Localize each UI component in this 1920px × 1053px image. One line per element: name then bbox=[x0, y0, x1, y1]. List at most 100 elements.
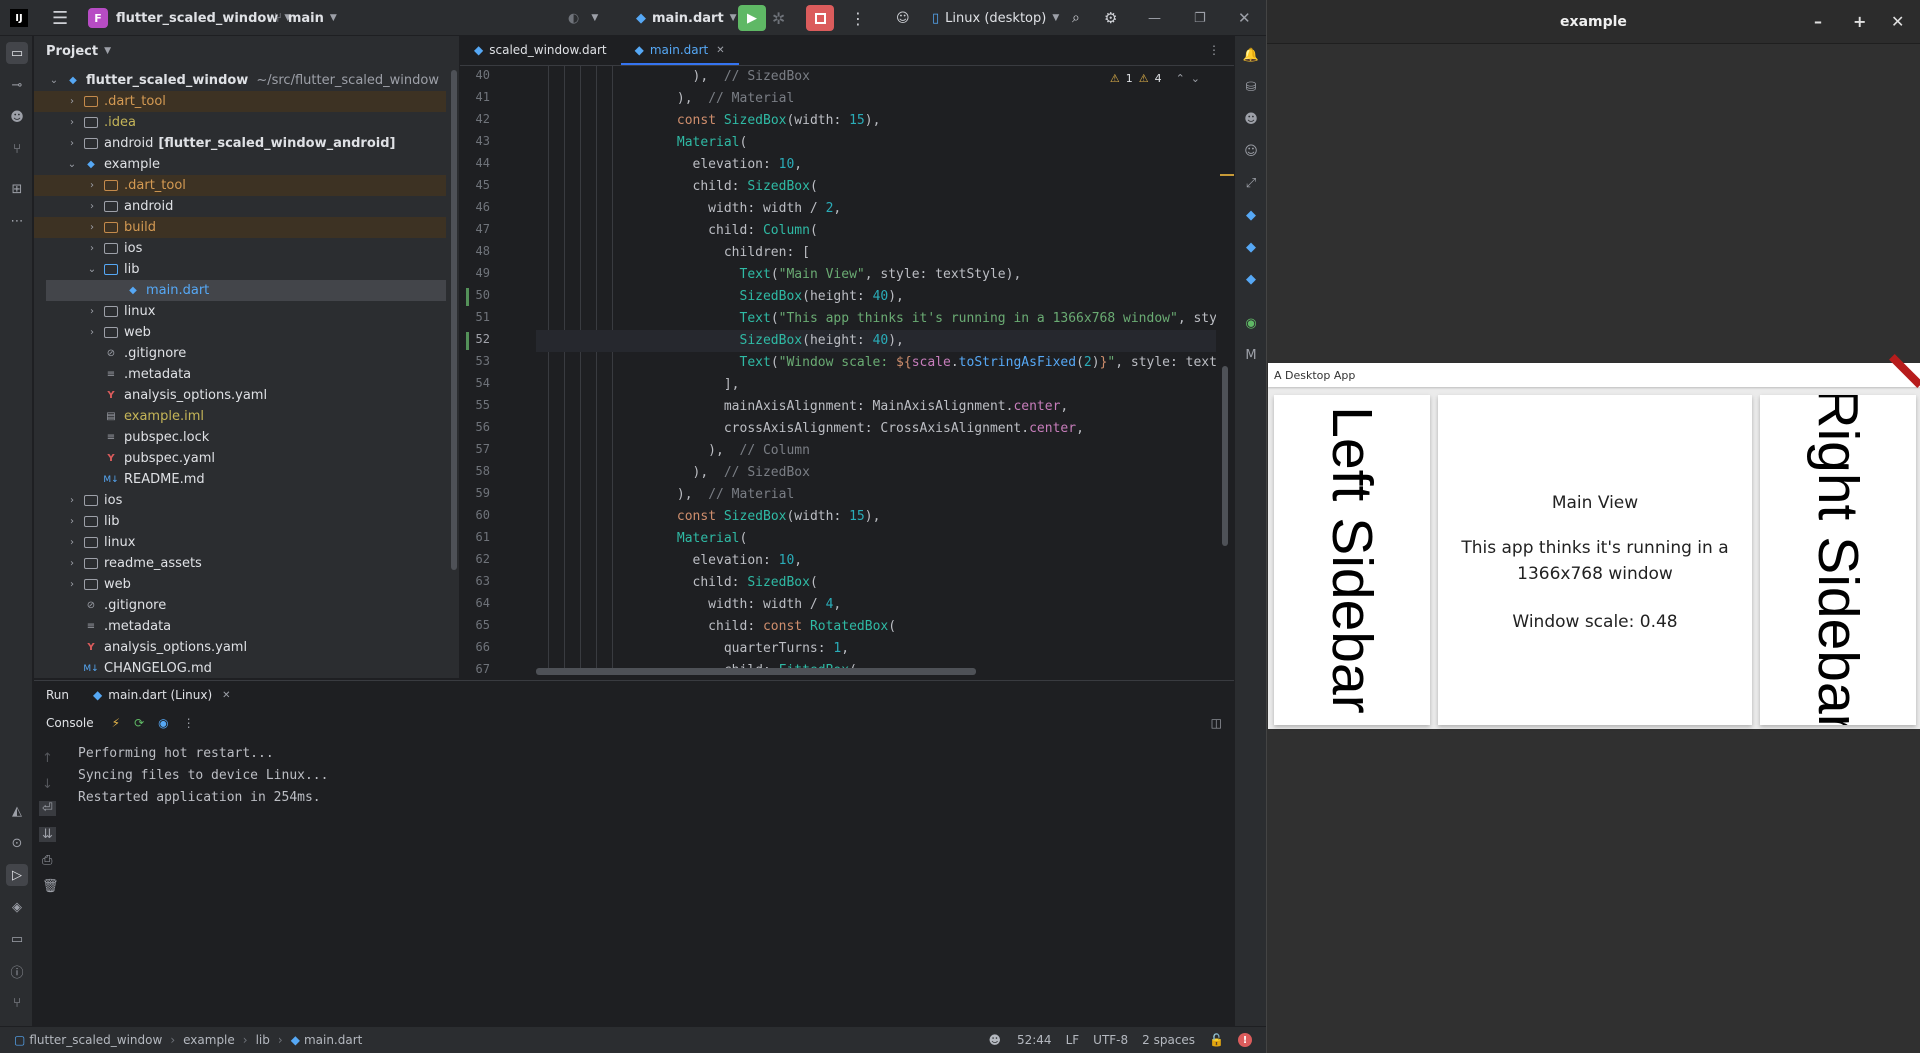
markdown-icon[interactable]: M bbox=[1240, 344, 1262, 366]
debug-button[interactable]: ✲ bbox=[772, 0, 785, 36]
tree-item[interactable]: ≡ .metadata bbox=[34, 616, 446, 637]
tree-item[interactable]: Yanalysis_options.yaml bbox=[34, 637, 446, 658]
close-tab-icon[interactable]: ✕ bbox=[716, 45, 724, 56]
code-area[interactable]: ), // SizedBox ), // Material const Size… bbox=[536, 66, 1216, 671]
project-switcher[interactable]: F flutter_scaled_window ▼ bbox=[88, 0, 291, 36]
soft-wrap-icon[interactable]: ⏎ bbox=[39, 801, 56, 816]
tabs-more-button[interactable]: ⋮ bbox=[1194, 35, 1234, 65]
tab-scaled-window[interactable]: ◆ scaled_window.dart bbox=[460, 35, 621, 65]
editor-v-scrollbar[interactable] bbox=[1222, 366, 1228, 546]
hot-reload-icon[interactable]: ⚡ bbox=[112, 716, 120, 730]
services-tool-icon[interactable]: ⊙ bbox=[6, 832, 28, 854]
main-menu-button[interactable]: ☰ bbox=[52, 0, 68, 36]
more-vertical-icon[interactable]: ⋮ bbox=[183, 716, 195, 730]
arrow-down-icon[interactable]: ↓ bbox=[42, 777, 53, 792]
tree-item[interactable]: ⌄ ◆ example bbox=[34, 154, 446, 175]
tree-item[interactable]: Yanalysis_options.yaml bbox=[34, 385, 446, 406]
tree-item[interactable]: › .idea bbox=[34, 112, 446, 133]
tree-item[interactable]: › .dart_tool bbox=[34, 175, 446, 196]
settings-button[interactable]: ⚙ bbox=[1104, 0, 1117, 36]
profiler-icon[interactable]: ⤢ bbox=[1240, 172, 1262, 194]
hot-restart-icon[interactable]: ⟳ bbox=[134, 716, 144, 730]
tree-item[interactable]: › ios bbox=[34, 490, 446, 511]
flutter-inspector-icon[interactable]: ◆ bbox=[1240, 236, 1262, 258]
error-indicator-icon[interactable]: ! bbox=[1238, 1033, 1252, 1047]
indent-setting[interactable]: 2 spaces bbox=[1142, 1033, 1195, 1047]
scroll-to-end-icon[interactable]: ⇊ bbox=[39, 827, 56, 842]
caret-position[interactable]: 52:44 bbox=[1017, 1033, 1052, 1047]
run-panel-title[interactable]: Run bbox=[46, 688, 69, 702]
close-tab-icon[interactable]: ✕ bbox=[222, 690, 230, 701]
breadcrumb-item[interactable]: main.dart bbox=[304, 1033, 362, 1047]
tree-item[interactable]: M↓ README.md bbox=[34, 469, 446, 490]
assistant-icon[interactable]: ☺ bbox=[1240, 140, 1262, 162]
minimize-icon[interactable]: – bbox=[1814, 12, 1822, 31]
tree-item[interactable]: ⊘ .gitignore bbox=[34, 343, 446, 364]
trash-icon[interactable]: 🗑 bbox=[42, 879, 59, 894]
structure-tool-icon[interactable]: ⊞ bbox=[6, 178, 28, 200]
copilot-chat-icon[interactable]: ☻ bbox=[1240, 108, 1262, 130]
close-icon[interactable]: ✕ bbox=[1891, 12, 1904, 31]
more-actions-button[interactable]: ⋮ bbox=[850, 0, 866, 36]
file-encoding[interactable]: UTF-8 bbox=[1093, 1033, 1128, 1047]
tree-item-selected[interactable]: ◆ main.dart bbox=[46, 280, 446, 301]
flutter-outline-icon[interactable]: ◆ bbox=[1240, 204, 1262, 226]
tree-item[interactable]: › build bbox=[34, 217, 446, 238]
tree-item[interactable]: › linux bbox=[34, 532, 446, 553]
code-with-me-button[interactable]: ☺ bbox=[896, 0, 910, 36]
layout-icon[interactable]: ◫ bbox=[1211, 716, 1222, 730]
project-tool-icon[interactable]: ▭ bbox=[6, 42, 28, 64]
tree-item[interactable]: ⌄ lib bbox=[34, 259, 446, 280]
arrow-up-icon[interactable]: ↑ bbox=[42, 751, 53, 766]
notifications-icon[interactable]: 🔔 bbox=[1240, 44, 1262, 66]
stop-button[interactable] bbox=[806, 0, 834, 36]
tree-item[interactable]: › .dart_tool bbox=[34, 91, 446, 112]
tree-item[interactable]: ⊘ .gitignore bbox=[34, 595, 446, 616]
run-tool-icon[interactable]: ▷ bbox=[6, 864, 28, 886]
tree-item[interactable]: › linux bbox=[34, 301, 446, 322]
device-selector[interactable]: ▯ Linux (desktop) ▼ bbox=[932, 0, 1059, 36]
devtools-icon[interactable]: ◉ bbox=[158, 716, 168, 730]
tree-item[interactable]: › android bbox=[34, 196, 446, 217]
project-scrollbar[interactable] bbox=[451, 70, 457, 570]
pull-requests-tool-icon[interactable]: ⑂ bbox=[6, 138, 28, 160]
console-tab[interactable]: Console bbox=[46, 716, 94, 730]
database-icon[interactable]: ⛁ bbox=[1240, 76, 1262, 98]
tree-item[interactable]: ≡ pubspec.lock bbox=[34, 427, 446, 448]
run-button[interactable]: ▶ bbox=[738, 0, 766, 36]
commit-tool-icon[interactable]: ⊸ bbox=[6, 74, 28, 96]
close-button[interactable]: ✕ bbox=[1238, 0, 1251, 36]
maximize-icon[interactable]: + bbox=[1853, 12, 1866, 31]
breadcrumb-item[interactable]: flutter_scaled_window bbox=[29, 1033, 162, 1047]
layers-tool-icon[interactable]: ◈ bbox=[6, 896, 28, 918]
tree-item[interactable]: › readme_assets bbox=[34, 553, 446, 574]
tree-item[interactable]: › android [flutter_scaled_window_android] bbox=[34, 133, 446, 154]
tab-main-dart[interactable]: ◆ main.dart ✕ bbox=[620, 35, 739, 65]
breadcrumb-item[interactable]: lib bbox=[256, 1033, 270, 1047]
run-tab-label[interactable]: main.dart (Linux) bbox=[108, 688, 212, 702]
flutter-performance-icon[interactable]: ◭ bbox=[6, 800, 28, 822]
tree-item[interactable]: › ios bbox=[34, 238, 446, 259]
run-config-selector[interactable]: ◆ main.dart ▼ bbox=[636, 0, 737, 36]
lock-icon[interactable]: 🔓 bbox=[1209, 1033, 1224, 1047]
copilot-tool-icon[interactable]: ☻ bbox=[6, 106, 28, 128]
terminal-tool-icon[interactable]: ▭ bbox=[6, 928, 28, 950]
tree-item[interactable]: › web bbox=[34, 322, 446, 343]
restore-button[interactable]: ❐ bbox=[1194, 0, 1206, 36]
tree-root[interactable]: ⌄ ◆ flutter_scaled_window ~/src/flutter_… bbox=[34, 70, 446, 91]
problems-tool-icon[interactable]: ⓘ bbox=[6, 960, 28, 982]
tree-item[interactable]: M↓ CHANGELOG.md bbox=[34, 658, 446, 679]
branch-switcher[interactable]: ⑂ main ▼ bbox=[274, 0, 337, 36]
project-panel-header[interactable]: Project ▼ bbox=[34, 36, 459, 66]
devtools-icon[interactable]: ◉ bbox=[1240, 312, 1262, 334]
more-tools-icon[interactable]: ⋯ bbox=[6, 210, 28, 232]
tree-item[interactable]: › web bbox=[34, 574, 446, 595]
git-tool-icon[interactable]: ⑂ bbox=[6, 992, 28, 1014]
print-icon[interactable]: ⎙ bbox=[42, 853, 52, 868]
tree-item[interactable]: › lib bbox=[34, 511, 446, 532]
tree-item[interactable]: ▤ example.iml bbox=[34, 406, 446, 427]
line-separator[interactable]: LF bbox=[1066, 1033, 1080, 1047]
search-button[interactable]: ⌕ bbox=[1072, 0, 1080, 36]
editor-h-scrollbar[interactable] bbox=[536, 668, 976, 675]
minimize-button[interactable]: — bbox=[1148, 0, 1161, 36]
